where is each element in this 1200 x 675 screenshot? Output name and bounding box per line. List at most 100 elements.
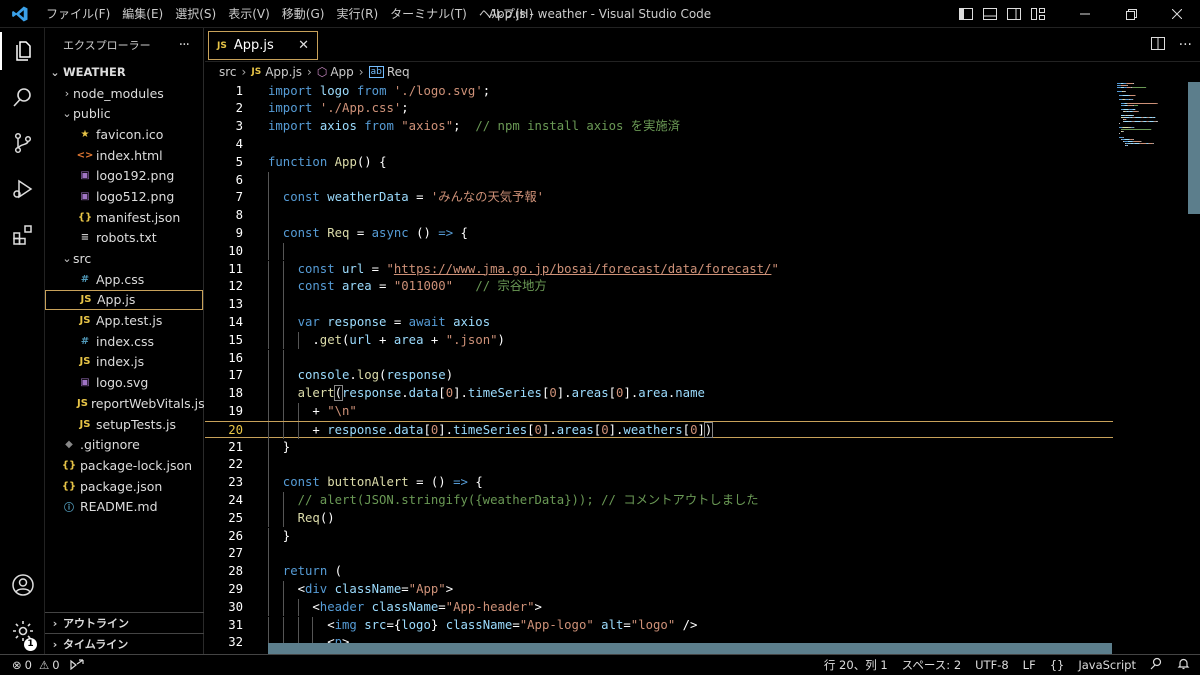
workspace-root[interactable]: ⌄ WEATHER	[45, 62, 203, 83]
menu-item[interactable]: ファイル(F)	[40, 0, 116, 28]
minimap-mark	[1130, 143, 1134, 144]
minimap-mark	[1128, 99, 1131, 100]
tree-file[interactable]: <> index.html	[45, 145, 203, 166]
vertical-scrollbar[interactable]	[1188, 82, 1200, 654]
breadcrumb-item-file[interactable]: App.js	[265, 65, 302, 79]
minimap-mark	[1122, 127, 1129, 128]
menu-item[interactable]: 移動(G)	[276, 0, 331, 28]
tree-file[interactable]: {} package-lock.json	[45, 455, 203, 476]
minimize-icon[interactable]	[1062, 0, 1108, 28]
code-line: 30 <header className="App-header">	[205, 598, 1113, 617]
tree-file[interactable]: ▣ logo192.png	[45, 165, 203, 186]
restore-icon[interactable]	[1108, 0, 1154, 28]
tree-file[interactable]: ★ favicon.ico	[45, 124, 203, 145]
code-line: 6	[205, 171, 1113, 190]
minimap-mark	[1133, 117, 1135, 118]
toggle-panel-icon[interactable]	[980, 0, 1000, 28]
files-icon[interactable]	[0, 28, 45, 74]
tree-file[interactable]: JS index.js	[45, 352, 203, 373]
toggle-primary-sidebar-icon[interactable]	[956, 0, 976, 28]
menu-item[interactable]: 編集(E)	[116, 0, 169, 28]
breadcrumb-item-symbol[interactable]: Req	[387, 65, 410, 79]
toggle-secondary-sidebar-icon[interactable]	[1004, 0, 1024, 28]
close-window-icon[interactable]	[1154, 0, 1200, 28]
close-tab-icon[interactable]: ✕	[298, 38, 309, 53]
line-number: 9	[235, 225, 243, 240]
account-icon[interactable]	[0, 562, 45, 608]
tree-folder[interactable]: ⌄ public	[45, 103, 203, 124]
tree-file[interactable]: ⓘ README.md	[45, 496, 203, 517]
indent-guide	[282, 509, 284, 528]
tree-file[interactable]: JS setupTests.js	[45, 414, 203, 435]
menu-item[interactable]: 実行(R)	[330, 0, 384, 28]
code-token: )	[703, 421, 714, 438]
menu-item[interactable]: 選択(S)	[169, 0, 222, 28]
tree-file[interactable]: JS App.test.js	[45, 310, 203, 331]
end-of-line[interactable]: LF	[1023, 658, 1036, 672]
indentation[interactable]: スペース: 2	[902, 657, 961, 673]
customize-layout-icon[interactable]	[1028, 0, 1048, 28]
menu-item[interactable]: 表示(V)	[222, 0, 276, 28]
minimap-mark	[1131, 127, 1134, 128]
source-control-icon[interactable]	[0, 120, 45, 166]
code-editor[interactable]: 1 import logo from './logo.svg'; 2 import …	[205, 82, 1113, 654]
language-mode[interactable]: JavaScript	[1078, 658, 1136, 672]
css-file-icon: #	[80, 335, 90, 347]
code-line: 20 + response.data[0].timeSeries[0].areas…	[205, 420, 1113, 440]
tree-file[interactable]: {} package.json	[45, 476, 203, 497]
indent-guide	[268, 278, 269, 297]
indent-guide	[268, 224, 269, 243]
code-token: logo	[401, 617, 431, 632]
tree-file[interactable]: ≡ robots.txt	[45, 228, 203, 249]
code-token: areas	[556, 422, 594, 437]
notifications-bell-icon[interactable]	[1177, 657, 1190, 673]
tree-file[interactable]: JS App.js	[45, 289, 203, 311]
code-token: 0	[601, 422, 609, 437]
more-actions-icon[interactable]: ···	[179, 37, 190, 53]
code-text: + response.data[0].timeSeries[0].areas[0…	[312, 421, 714, 440]
extensions-icon[interactable]	[0, 212, 45, 258]
problems-indicator[interactable]: ⊗ 0 ⚠ 0	[12, 658, 60, 672]
tree-file[interactable]: ◆ .gitignore	[45, 434, 203, 455]
tree-item-label: package.json	[80, 478, 163, 494]
timeline-section[interactable]: › タイムライン	[45, 633, 204, 654]
tree-folder[interactable]: › node_modules	[45, 83, 203, 104]
tree-file[interactable]: JS reportWebVitals.js	[45, 393, 205, 414]
menu-item[interactable]: ヘルプ(H)	[473, 0, 539, 28]
tree-file[interactable]: ▣ logo512.png	[45, 186, 203, 207]
code-token: "	[386, 261, 394, 276]
live-share-icon[interactable]	[70, 658, 84, 673]
tree-folder[interactable]: ⌄ src	[45, 248, 203, 269]
js-file-icon: JS	[79, 315, 91, 327]
editor-more-actions-icon[interactable]: ···	[1179, 37, 1192, 53]
braces-icon[interactable]: {}	[1050, 658, 1065, 672]
minimap-mark	[1141, 117, 1143, 118]
line-number: 20	[228, 422, 243, 437]
split-editor-icon[interactable]	[1150, 37, 1165, 53]
cursor-position[interactable]: 行 20、列 1	[824, 657, 888, 673]
search-icon[interactable]	[0, 74, 45, 120]
minimap-mark	[1133, 121, 1135, 122]
chevron-right-icon: ›	[52, 637, 58, 651]
tree-file[interactable]: # App.css	[45, 269, 203, 290]
horizontal-scrollbar[interactable]	[268, 643, 1112, 654]
minimap[interactable]	[1113, 82, 1188, 654]
text-file-icon: ≡	[80, 232, 90, 244]
tree-file[interactable]: # index.css	[45, 331, 203, 352]
tab-app-js[interactable]: JS App.js ✕	[208, 31, 318, 60]
breadcrumb-item-function[interactable]: App	[330, 65, 353, 79]
feedback-icon[interactable]	[1150, 657, 1163, 673]
minimap-mark	[1132, 83, 1135, 84]
encoding[interactable]: UTF-8	[975, 658, 1009, 672]
run-debug-icon[interactable]	[0, 166, 45, 212]
minimap-mark	[1121, 109, 1124, 110]
scrollbar-thumb[interactable]	[1188, 82, 1200, 214]
breadcrumb-item-src[interactable]: src	[219, 65, 237, 79]
tree-file[interactable]: ▣ logo.svg	[45, 372, 203, 393]
outline-section[interactable]: › アウトライン	[45, 612, 204, 633]
tree-file[interactable]: {} manifest.json	[45, 207, 203, 228]
line-number: 11	[228, 261, 243, 276]
manage-gear-icon[interactable]: 1	[0, 608, 45, 654]
menu-item[interactable]: ターミナル(T)	[384, 0, 473, 28]
breadcrumb: src › JS App.js › ⬡ App › ab Req	[205, 62, 410, 82]
